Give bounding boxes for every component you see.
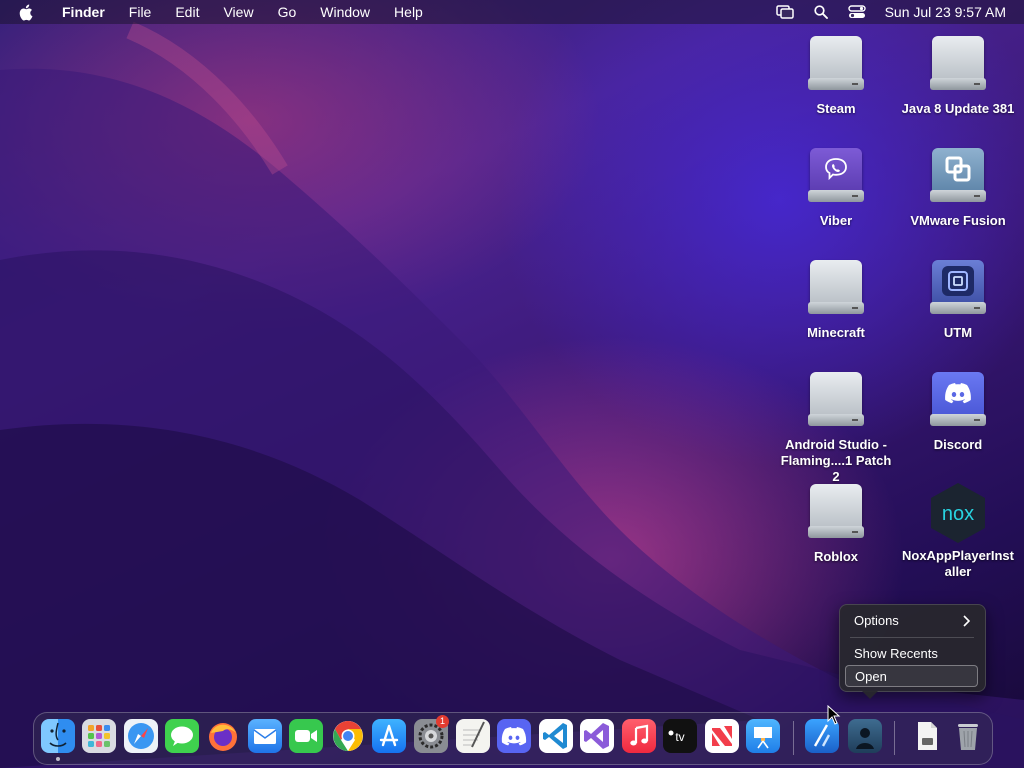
menu-bar: Finder File Edit View Go Window Help Sun… — [0, 0, 1024, 24]
desktop-item-nox-installer[interactable]: nox NoxAppPlayerInst aller — [898, 482, 1018, 580]
menu-go[interactable]: Go — [266, 0, 309, 24]
menu-separator — [850, 637, 974, 638]
desktop-item-steam[interactable]: Steam — [776, 36, 896, 117]
desktop-item-label: Android Studio - Flaming....1 Patch 2 — [776, 437, 896, 485]
nox-icon: nox — [928, 482, 988, 544]
menu-pointer — [862, 691, 878, 699]
desktop-item-label: VMware Fusion — [910, 213, 1006, 228]
drive-icon — [808, 36, 864, 94]
dock-trash-icon[interactable] — [951, 719, 985, 753]
dock-separator — [894, 721, 895, 755]
dock-tv-icon[interactable]: tv — [663, 719, 697, 753]
screen-mirroring-icon[interactable] — [775, 4, 795, 20]
menu-item-show-recents[interactable]: Show Recents — [845, 643, 978, 665]
dock: 1 tv — [33, 712, 993, 765]
dock-app-store-icon[interactable] — [372, 719, 406, 753]
chevron-right-icon — [962, 610, 971, 634]
dock-document-icon[interactable] — [910, 719, 944, 753]
svg-text:nox: nox — [942, 503, 974, 525]
desktop-item-label: NoxAppPlayerInst aller — [898, 548, 1018, 580]
dock-chrome-icon[interactable] — [331, 719, 365, 753]
menu-item-label: Options — [854, 613, 899, 628]
dock-facetime-icon[interactable] — [289, 719, 323, 753]
drive-icon — [808, 372, 864, 430]
dock-finder-icon[interactable] — [41, 719, 75, 753]
dock-vscode-icon[interactable] — [539, 719, 573, 753]
dock-safari-icon[interactable] — [124, 719, 158, 753]
dock-music-icon[interactable] — [622, 719, 656, 753]
notification-badge: 1 — [436, 715, 449, 728]
desktop-item-discord[interactable]: Discord — [898, 372, 1018, 453]
dock-mail-icon[interactable] — [248, 719, 282, 753]
dock-downloads-stack-icon[interactable] — [848, 719, 882, 753]
desktop-item-label: Roblox — [813, 549, 859, 564]
utm-drive-icon — [930, 260, 986, 318]
viber-drive-icon — [808, 148, 864, 206]
desktop-item-minecraft[interactable]: Minecraft — [776, 260, 896, 341]
menu-help[interactable]: Help — [382, 0, 435, 24]
desktop-item-label: Viber — [819, 213, 853, 228]
menu-window[interactable]: Window — [308, 0, 382, 24]
menu-view[interactable]: View — [211, 0, 265, 24]
desktop-item-roblox[interactable]: Roblox — [776, 484, 896, 565]
dock-launchpad-icon[interactable] — [82, 719, 116, 753]
desktop-item-vmware-fusion[interactable]: VMware Fusion — [898, 148, 1018, 229]
apple-menu-icon[interactable] — [0, 4, 50, 21]
desktop-item-label: Minecraft — [807, 325, 865, 340]
desktop-item-android-studio[interactable]: Android Studio - Flaming....1 Patch 2 — [776, 372, 896, 485]
dock-keynote-icon[interactable] — [746, 719, 780, 753]
label-line-2: Flaming....1 Patch 2 — [780, 453, 892, 484]
mouse-pointer-icon — [827, 704, 841, 730]
menu-item-options[interactable]: Options — [845, 610, 978, 632]
drive-icon — [930, 36, 986, 94]
menu-item-open[interactable]: Open — [845, 665, 978, 687]
dock-textedit-icon[interactable] — [456, 719, 490, 753]
label-line-1: NoxAppPlayerInst — [902, 548, 1014, 563]
desktop-item-viber[interactable]: Viber — [776, 148, 896, 229]
dock-discord-icon[interactable] — [497, 719, 531, 753]
desktop-item-java[interactable]: Java 8 Update 381 — [898, 36, 1018, 117]
desktop-item-label: Discord — [933, 437, 983, 452]
drive-icon — [808, 484, 864, 542]
label-line-1: Android Studio - — [785, 437, 887, 452]
dock-context-menu: Options Show Recents Open — [839, 604, 986, 699]
running-indicator — [56, 757, 60, 761]
drive-icon — [808, 260, 864, 318]
desktop-item-utm[interactable]: UTM — [898, 260, 1018, 341]
svg-text:tv: tv — [675, 730, 684, 744]
dock-visual-studio-icon[interactable] — [580, 719, 614, 753]
menu-edit[interactable]: Edit — [163, 0, 211, 24]
dock-messages-icon[interactable] — [165, 719, 199, 753]
discord-drive-icon — [930, 372, 986, 430]
dock-firefox-icon[interactable] — [206, 719, 240, 753]
vmware-drive-icon — [930, 148, 986, 206]
dock-separator — [793, 721, 794, 755]
spotlight-search-icon[interactable] — [811, 4, 831, 20]
menu-file[interactable]: File — [117, 0, 164, 24]
label-line-2: aller — [944, 564, 972, 579]
desktop-item-label: Steam — [816, 101, 856, 116]
desktop-item-label: UTM — [943, 325, 973, 340]
desktop-item-label: Java 8 Update 381 — [901, 101, 1015, 116]
menu-bar-clock[interactable]: Sun Jul 23 9:57 AM — [885, 4, 1006, 20]
control-center-icon[interactable] — [847, 4, 867, 20]
app-menu-finder[interactable]: Finder — [50, 0, 117, 24]
dock-news-icon[interactable] — [705, 719, 739, 753]
